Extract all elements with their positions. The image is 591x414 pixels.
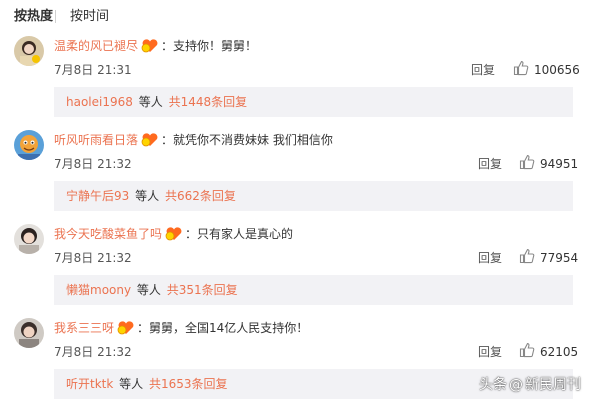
like-count: 77954	[540, 251, 579, 265]
reply-count-link[interactable]: 共351条回复	[167, 283, 238, 297]
avatar[interactable]	[14, 224, 44, 254]
comment-timestamp: 7月8日 21:32	[54, 157, 132, 171]
reply-button[interactable]: 回复	[478, 250, 502, 266]
fan-badge-icon	[141, 133, 159, 151]
reply-button[interactable]: 回复	[478, 156, 502, 172]
comment-line: 我今天吃酸菜鱼了吗 ：只有家人是真心的	[54, 226, 293, 245]
reply-count-link[interactable]: 共662条回复	[165, 189, 236, 203]
comment-username[interactable]: 我系三三呀	[54, 321, 114, 335]
reply-username[interactable]: 懒猫moony	[66, 283, 131, 297]
reply-count-link[interactable]: 共1448条回复	[169, 95, 248, 109]
reply-summary[interactable]: 懒猫moony 等人 共351条回复	[54, 275, 573, 305]
comment-username[interactable]: 温柔的风已褪尽	[54, 39, 138, 53]
comment-text: ：舅舅，全国14亿人民支持你！	[137, 321, 309, 335]
reply-mid-text: 等人	[138, 95, 163, 109]
comment-item: 我今天吃酸菜鱼了吗 ：只有家人是真心的 7月8日 21:32 回复 77954 懒…	[0, 224, 591, 320]
avatar[interactable]	[14, 318, 44, 348]
sort-by-time-tab[interactable]: 按时间	[70, 8, 109, 26]
thumbs-up-icon[interactable]	[513, 60, 531, 78]
sort-divider	[55, 10, 56, 23]
comment-item: 听风听雨看日落 ：就凭你不消费妹妹 我们相信你 7月8日 21:32 回复 949…	[0, 130, 591, 226]
comment-item: 温柔的风已褪尽 ：支持你！舅舅！ 7月8日 21:31 回复 100656 hao…	[0, 36, 591, 132]
reply-summary[interactable]: 宁静午后93 等人 共662条回复	[54, 181, 573, 211]
avatar[interactable]	[14, 36, 44, 66]
fan-badge-icon	[165, 227, 183, 245]
like-count: 100656	[534, 63, 580, 77]
comment-text: ：只有家人是真心的	[185, 227, 294, 241]
reply-username[interactable]: haolei1968	[66, 95, 133, 109]
reply-username[interactable]: 听开tktk	[66, 377, 113, 391]
comment-line: 温柔的风已褪尽 ：支持你！舅舅！	[54, 38, 257, 57]
thumbs-up-icon[interactable]	[519, 342, 537, 360]
reply-summary[interactable]: haolei1968 等人 共1448条回复	[54, 87, 573, 117]
reply-mid-text: 等人	[135, 189, 160, 203]
sort-by-hot-tab[interactable]: 按热度	[14, 8, 53, 26]
sort-bar: 按热度 按时间	[0, 0, 591, 34]
comment-timestamp: 7月8日 21:32	[54, 345, 132, 359]
like-count: 94951	[540, 157, 579, 171]
watermark: 头条 @ 新民周刊	[479, 374, 581, 394]
reply-count-link[interactable]: 共1653条回复	[149, 377, 228, 391]
reply-mid-text: 等人	[136, 283, 161, 297]
avatar[interactable]	[14, 130, 44, 160]
reply-button[interactable]: 回复	[471, 62, 495, 78]
watermark-at: @	[509, 377, 523, 393]
reply-username[interactable]: 宁静午后93	[66, 189, 129, 203]
like-count: 62105	[540, 345, 579, 359]
watermark-prefix: 头条	[479, 377, 507, 393]
comment-text: ：就凭你不消费妹妹 我们相信你	[161, 133, 333, 147]
watermark-name: 新民周刊	[525, 377, 581, 393]
comment-text: ：支持你！舅舅！	[161, 39, 258, 53]
thumbs-up-icon[interactable]	[519, 248, 537, 266]
comment-username[interactable]: 听风听雨看日落	[54, 133, 138, 147]
thumbs-up-icon[interactable]	[519, 154, 537, 172]
comment-timestamp: 7月8日 21:31	[54, 63, 132, 77]
reply-button[interactable]: 回复	[478, 344, 502, 360]
reply-mid-text: 等人	[119, 377, 144, 391]
comment-username[interactable]: 我今天吃酸菜鱼了吗	[54, 227, 162, 241]
comment-line: 听风听雨看日落 ：就凭你不消费妹妹 我们相信你	[54, 132, 333, 151]
fan-badge-icon	[117, 321, 135, 339]
comment-line: 我系三三呀 ：舅舅，全国14亿人民支持你！	[54, 320, 308, 339]
fan-badge-icon	[141, 39, 159, 57]
comment-timestamp: 7月8日 21:32	[54, 251, 132, 265]
